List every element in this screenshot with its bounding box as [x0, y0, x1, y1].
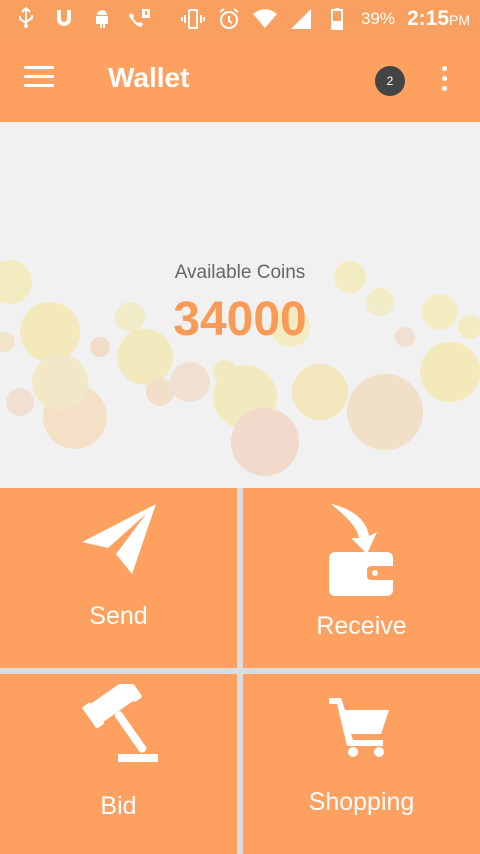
more-vert-icon[interactable]	[436, 66, 452, 96]
missed-call-icon	[129, 9, 150, 27]
alarm-icon	[219, 8, 239, 29]
coins-value: 34000	[173, 293, 307, 346]
paper-plane-icon	[82, 504, 156, 574]
magnet-icon	[57, 10, 71, 26]
page-title: Wallet	[108, 62, 190, 93]
send-label: Send	[89, 602, 148, 630]
menu-icon[interactable]	[24, 66, 60, 94]
receive-button[interactable]: Receive	[243, 488, 480, 668]
bid-button[interactable]: Bid	[0, 674, 237, 854]
wallet-receive-icon	[329, 504, 395, 596]
receive-label: Receive	[316, 612, 407, 640]
cart-icon	[329, 698, 389, 757]
clock: 2:15PM	[406, 7, 470, 30]
notification-badge[interactable]: 2	[375, 66, 405, 96]
available-coins-label: Available Coins	[174, 262, 306, 283]
signal-icon	[290, 9, 311, 29]
gavel-icon	[82, 684, 158, 762]
send-button[interactable]: Send	[0, 488, 237, 668]
status-bar: 39% 2:15PM	[0, 0, 480, 38]
shopping-button[interactable]: Shopping	[243, 674, 480, 854]
bid-label: Bid	[100, 792, 137, 820]
wallet-balance-panel: Available Coins 34000	[0, 122, 480, 488]
clock-suffix: PM	[449, 12, 470, 28]
app-bar: Wallet 2	[0, 38, 480, 122]
usb-icon	[19, 6, 33, 28]
battery-percent: 39%	[360, 9, 395, 28]
wifi-icon	[252, 9, 277, 28]
android-icon	[96, 10, 108, 28]
battery-icon	[330, 8, 343, 30]
vibrate-icon	[180, 9, 205, 29]
shopping-label: Shopping	[308, 788, 415, 816]
